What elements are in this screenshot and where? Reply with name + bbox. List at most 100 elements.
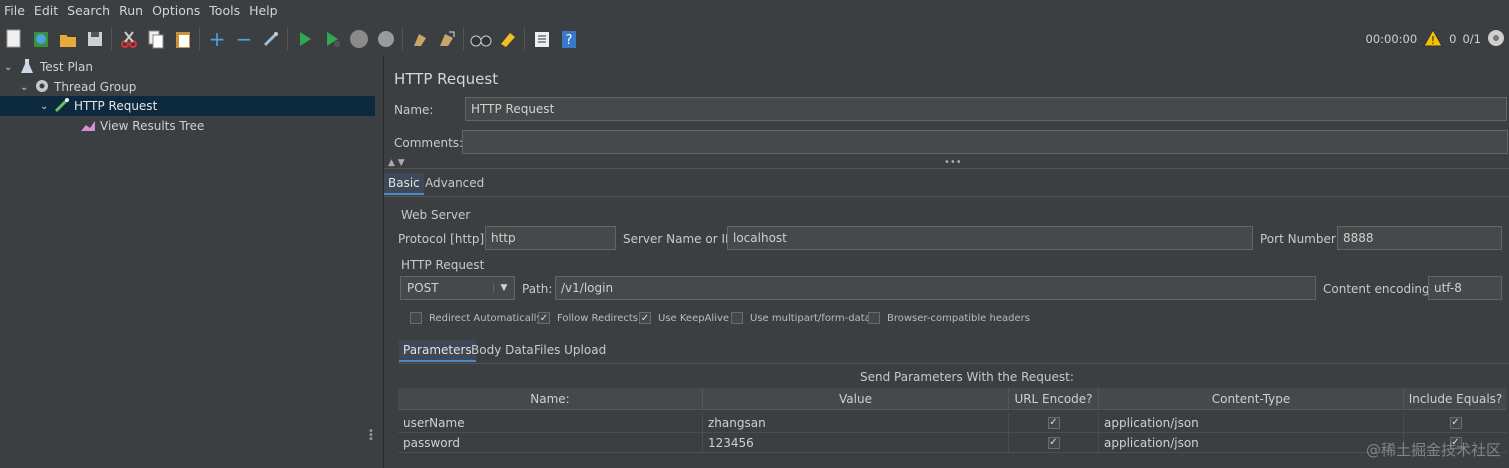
flask-icon <box>20 58 40 77</box>
menu-tools[interactable]: Tools <box>205 3 245 18</box>
follow-redirects-checkbox[interactable]: ✓ Follow Redirects <box>538 312 638 324</box>
paste-icon[interactable] <box>172 28 194 50</box>
port-field[interactable]: 8888 <box>1337 226 1502 250</box>
checkbox-icon[interactable] <box>731 312 743 324</box>
toolbar: + − ? 00:00:00 ! 0 0/1 <box>0 22 1509 56</box>
stop-icon[interactable] <box>348 28 370 50</box>
open-icon[interactable] <box>57 28 79 50</box>
browser-headers-checkbox[interactable]: Browser-compatible headers <box>868 312 1030 324</box>
clear-all-icon[interactable] <box>436 28 458 50</box>
chevron-down-icon[interactable]: ▼ <box>493 283 514 293</box>
toolbar-separator <box>524 28 525 50</box>
http-request-panel: HTTP Request Name: HTTP Request Comments… <box>384 56 1509 468</box>
collapse-arrows-icon[interactable]: ▲ ▼ <box>388 158 405 168</box>
chevron-down-icon[interactable]: ⌄ <box>40 101 54 112</box>
function-helper-icon[interactable] <box>531 28 553 50</box>
drag-handle-icon[interactable]: ••• <box>368 427 374 445</box>
gear-icon <box>34 78 54 97</box>
menu-edit[interactable]: Edit <box>30 3 63 18</box>
param-name-cell[interactable]: userName <box>398 413 703 433</box>
split-pane-divider[interactable]: • • • <box>368 56 384 468</box>
tab-basic[interactable]: Basic <box>384 173 424 195</box>
params-title: Send Parameters With the Request: <box>860 370 1074 384</box>
param-value-cell[interactable]: 123456 <box>703 433 1009 453</box>
tree-item-test-plan[interactable]: ⌄ Test Plan <box>0 57 93 77</box>
web-server-section: Web Server <box>401 208 471 222</box>
checkbox-icon[interactable]: ✓ <box>1047 436 1060 449</box>
url-encode-cell[interactable]: ✓ <box>1009 433 1099 453</box>
expand-icon[interactable]: + <box>206 27 228 51</box>
tab-files-upload[interactable]: Files Upload <box>530 340 610 360</box>
clear-icon[interactable] <box>409 28 431 50</box>
warning-icon[interactable]: ! <box>1423 28 1444 50</box>
cut-icon[interactable] <box>118 28 140 50</box>
reset-search-icon[interactable] <box>497 28 519 50</box>
shutdown-icon[interactable] <box>375 28 397 50</box>
divider <box>398 363 1509 364</box>
encoding-field[interactable]: utf-8 <box>1428 276 1502 300</box>
name-field[interactable]: HTTP Request <box>465 97 1507 121</box>
save-icon[interactable] <box>84 28 106 50</box>
method-select[interactable]: POST ▼ <box>400 276 515 300</box>
search-icon[interactable] <box>470 28 492 50</box>
protocol-field[interactable]: http <box>485 226 616 250</box>
chevron-down-icon[interactable]: ⌄ <box>4 62 18 73</box>
tab-parameters[interactable]: Parameters <box>399 340 476 362</box>
checkbox-icon[interactable]: ✓ <box>538 312 550 324</box>
param-name-cell[interactable]: password <box>398 433 703 453</box>
start-no-pause-icon[interactable] <box>321 28 343 50</box>
menu-search[interactable]: Search <box>63 3 115 18</box>
help-icon[interactable]: ? <box>558 28 580 50</box>
use-keepalive-checkbox[interactable]: ✓ Use KeepAlive <box>639 312 729 324</box>
param-value-cell[interactable]: zhangsan <box>703 413 1009 433</box>
tab-body-data[interactable]: Body Data <box>467 340 538 360</box>
menu-options[interactable]: Options <box>148 3 205 18</box>
start-icon[interactable] <box>294 28 316 50</box>
server-field[interactable]: localhost <box>727 226 1253 250</box>
menu-help[interactable]: Help <box>245 3 283 18</box>
checkbox-icon[interactable] <box>868 312 880 324</box>
toolbar-separator <box>287 28 288 50</box>
encoding-label: Content encoding: <box>1323 282 1434 296</box>
url-encode-cell[interactable]: ✓ <box>1009 413 1099 433</box>
redirect-automatically-checkbox[interactable]: Redirect Automatically <box>410 312 542 324</box>
toolbar-separator <box>463 28 464 50</box>
menu-run[interactable]: Run <box>115 3 148 18</box>
toolbar-separator <box>111 28 112 50</box>
tree-item-http-request[interactable]: ⌄ HTTP Request <box>0 96 375 116</box>
menu-file[interactable]: File <box>0 3 30 18</box>
column-header-value[interactable]: Value <box>703 388 1009 410</box>
svg-text:?: ? <box>566 33 573 48</box>
name-label: Name: <box>394 103 434 117</box>
collapse-icon[interactable]: − <box>233 27 255 51</box>
checkbox-icon[interactable]: ✓ <box>1449 416 1462 429</box>
comments-field[interactable] <box>462 130 1508 154</box>
pipette-icon <box>54 97 74 116</box>
column-header-url-encode[interactable]: URL Encode? <box>1009 388 1099 410</box>
watermark: @稀土掘金技术社区 <box>1365 441 1501 459</box>
content-type-cell[interactable]: application/json <box>1099 433 1404 453</box>
method-value: POST <box>407 281 439 295</box>
templates-icon[interactable] <box>30 28 52 50</box>
checkbox-icon[interactable]: ✓ <box>1047 416 1060 429</box>
drag-handle-icon[interactable]: ••• <box>944 157 962 168</box>
path-field[interactable]: /v1/login <box>555 276 1316 300</box>
include-equals-cell[interactable]: ✓ <box>1404 413 1507 433</box>
path-label: Path: <box>522 282 553 296</box>
column-header-include-equals[interactable]: Include Equals? <box>1404 388 1507 410</box>
tree-item-thread-group[interactable]: ⌄ Thread Group <box>20 77 136 97</box>
toggle-icon[interactable] <box>260 28 282 50</box>
tab-advanced[interactable]: Advanced <box>421 173 488 193</box>
checkbox-icon[interactable] <box>410 312 422 324</box>
svg-text:!: ! <box>1431 34 1435 47</box>
tree-item-view-results-tree[interactable]: View Results Tree <box>80 116 204 136</box>
checkbox-icon[interactable]: ✓ <box>639 312 651 324</box>
new-icon[interactable] <box>3 28 25 50</box>
column-header-content-type[interactable]: Content-Type <box>1099 388 1404 410</box>
chevron-down-icon[interactable]: ⌄ <box>20 82 34 93</box>
multipart-checkbox[interactable]: Use multipart/form-data <box>731 312 871 324</box>
copy-icon[interactable] <box>145 28 167 50</box>
port-label: Port Number: <box>1260 232 1340 246</box>
content-type-cell[interactable]: application/json <box>1099 413 1404 433</box>
column-header-name[interactable]: Name: <box>398 388 703 410</box>
